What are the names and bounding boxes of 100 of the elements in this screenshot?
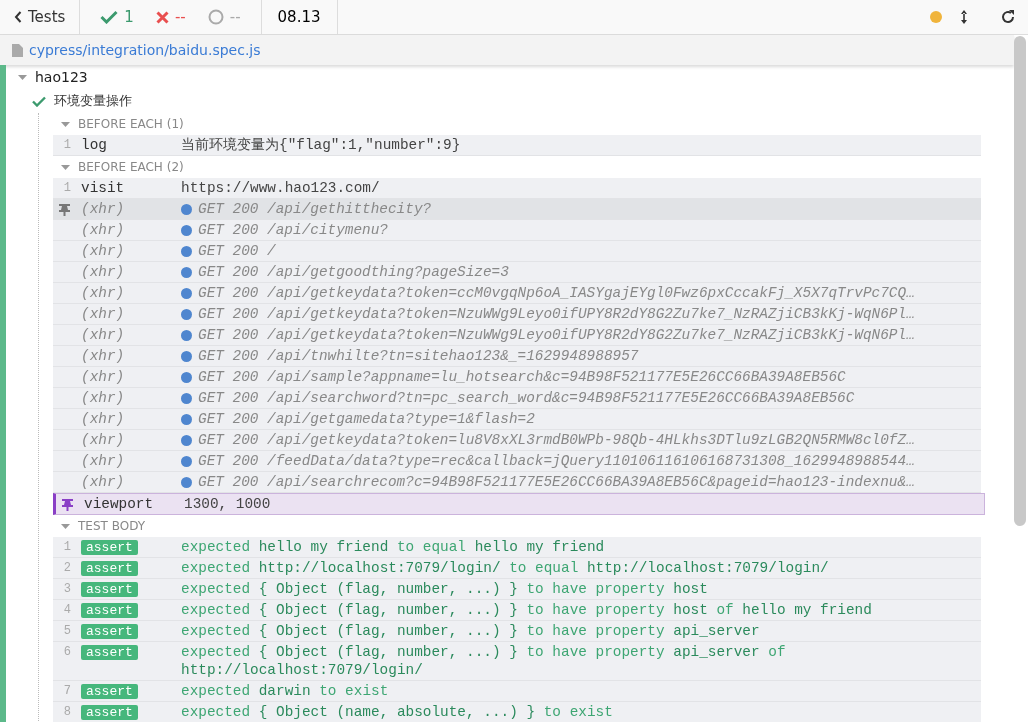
command-message: expected { Object (name, absolute, ...) } to exist: [181, 703, 614, 722]
command-message: GET 200 /api/citymenu?: [198, 221, 388, 240]
command-message: GET 200 /feedData/data?type=rec&callback=jQuery110106116106168731308_1629948988544…: [198, 452, 915, 471]
command-row[interactable]: (xhr) GET 200 /api/gethitthecity?: [53, 199, 981, 220]
status-dot-icon: [181, 203, 192, 215]
caret-icon[interactable]: [61, 119, 70, 129]
failed-count: --: [174, 8, 186, 26]
command-row[interactable]: 1 assert expected hello my friend to equal hello my friend: [53, 537, 981, 558]
status-dot-icon: [181, 455, 192, 467]
command-row[interactable]: (xhr) GET 200 /api/getkeydata?token=lu8V8xXL3rmdB0WPb-98Qb-4HLkhs3DTlu9zLGB2QN5RMW8cl0fZ…: [53, 430, 981, 451]
chevron-left-icon: [14, 11, 22, 23]
command-row[interactable]: (xhr) GET 200 /api/citymenu?: [53, 220, 981, 241]
command-name: (xhr): [81, 305, 126, 324]
reload-icon[interactable]: [1000, 9, 1016, 25]
command-row[interactable]: viewport 1300, 1000: [53, 493, 985, 515]
command-row[interactable]: (xhr) GET 200 /api/searchword?tn=pc_search_word&c=94B98F521177E5E26CC66BA39A8EB56C: [53, 388, 981, 409]
command-name: (xhr): [81, 473, 126, 492]
command-message: GET 200 /api/getkeydata?token=ccM0vgqNp6oA_IASYgajEYgl0Fwz6pxCccakFj_X5X7qTrvPc7CQ…: [198, 284, 915, 303]
command-row[interactable]: 4 assert expected { Object (flag, number, ...) } to have property host of hello my friend: [53, 600, 981, 621]
command-message: expected hello my friend to equal hello my friend: [181, 538, 606, 557]
scrollbar[interactable]: [1014, 36, 1026, 526]
command-row[interactable]: (xhr) GET 200 /api/sample?appname=lu_hotsearch&c=94B98F521177E5E26CC66BA39A8EB56C: [53, 367, 981, 388]
command-message: GET 200 /api/sample?appname=lu_hotsearch&c=94B98F521177E5E26CC66BA39A8EB56C: [198, 368, 846, 387]
hook-title[interactable]: BEFORE EACH (1): [78, 117, 184, 131]
command-row[interactable]: (xhr) GET 200 /api/getgoodthing?pageSize=3: [53, 262, 981, 283]
status-dot-icon: [181, 287, 192, 299]
command-message: GET 200 /api/gethitthecity?: [198, 200, 432, 219]
command-message: GET 200 /api/getgamedata?type=1&flash=2: [198, 410, 535, 429]
command-message: expected { Object (flag, number, ...) } to have property host: [181, 580, 709, 599]
command-name: (xhr): [81, 368, 126, 387]
status-dot-icon: [181, 392, 192, 404]
command-message: GET 200 /api/getkeydata?token=NzuWWg9Leyo0ifUPY8R2dY8G2Zu7ke7_NzRAZjiCB3kKj-WqN6Pl…: [198, 305, 915, 324]
command-name: (xhr): [81, 263, 126, 282]
status-dot-icon: [181, 350, 192, 362]
command-message: GET 200 /: [198, 242, 276, 261]
check-icon: [100, 10, 119, 24]
line-number: 7: [63, 683, 71, 700]
command-name: log: [81, 136, 108, 155]
command-message: https://www.hao123.com/: [181, 179, 381, 198]
command-message: GET 200 /api/tnwhilte?tn=sitehao123&_=1629948988957: [198, 347, 639, 366]
file-icon: [12, 43, 23, 57]
hook-title[interactable]: TEST BODY: [78, 519, 146, 533]
command-message: GET 200 /api/searchrecom?c=94B98F521177E5E26CC66BA39A8EB56C&pageid=hao123-indexnu&…: [198, 473, 915, 492]
line-number: 3: [63, 581, 71, 598]
pending-count: --: [229, 8, 241, 26]
caret-icon[interactable]: [18, 72, 27, 82]
command-row[interactable]: (xhr) GET 200 /api/getkeydata?token=ccM0vgqNp6oA_IASYgajEYgl0Fwz6pxCccakFj_X5X7qTrvPc7CQ…: [53, 283, 981, 304]
pin-icon: [58, 202, 71, 216]
line-number: 8: [63, 704, 71, 721]
command-name: assert: [81, 603, 138, 618]
command-row[interactable]: 3 assert expected { Object (flag, number, ...) } to have property host: [53, 579, 981, 600]
test-title[interactable]: 环境变量操作: [54, 92, 132, 110]
command-name: assert: [81, 624, 138, 639]
status-dot-icon: [181, 308, 192, 320]
line-number: 1: [63, 137, 71, 154]
command-name: (xhr): [81, 284, 126, 303]
command-row[interactable]: 5 assert expected { Object (flag, number, ...) } to have property api_server: [53, 621, 981, 642]
command-row[interactable]: 1 log 当前环境变量为{"flag":1,"number":9}: [53, 135, 981, 156]
command-name: assert: [81, 582, 138, 597]
command-message: GET 200 /api/getkeydata?token=lu8V8xXL3rmdB0WPb-98Qb-4HLkhs3DTlu9zLGB2QN5RMW8cl0fZ…: [198, 431, 915, 450]
command-row[interactable]: (xhr) GET 200 /api/searchrecom?c=94B98F521177E5E26CC66BA39A8EB56C&pageid=hao123-indexnu&…: [53, 472, 981, 493]
command-row[interactable]: (xhr) GET 200 /feedData/data?type=rec&callback=jQuery110106116106168731308_1629948988544…: [53, 451, 981, 472]
caret-icon[interactable]: [61, 162, 70, 172]
command-name: assert: [81, 561, 138, 576]
command-name: (xhr): [81, 410, 126, 429]
command-message: 当前环境变量为{"flag":1,"number":9}: [181, 136, 462, 155]
status-dot-icon: [181, 434, 192, 446]
command-name: (xhr): [81, 452, 126, 471]
command-name: (xhr): [81, 200, 126, 219]
command-row[interactable]: (xhr) GET 200 /api/tnwhilte?tn=sitehao123&_=1629948988957: [53, 346, 981, 367]
command-row[interactable]: (xhr) GET 200 /api/getgamedata?type=1&flash=2: [53, 409, 981, 430]
line-number: 6: [63, 644, 71, 661]
command-row[interactable]: 2 assert expected http://localhost:7079/login/ to equal http://localhost:7079/login/: [53, 558, 981, 579]
command-row[interactable]: 1 visit https://www.hao123.com/: [53, 178, 981, 199]
caret-icon[interactable]: [61, 521, 70, 531]
hook-title[interactable]: BEFORE EACH (2): [78, 160, 184, 174]
vertical-arrows-icon[interactable]: [960, 9, 968, 25]
command-row[interactable]: 7 assert expected darwin to exist: [53, 681, 981, 702]
spec-file-link[interactable]: cypress/integration/baidu.spec.js: [29, 42, 261, 58]
command-row[interactable]: (xhr) GET 200 /api/getkeydata?token=NzuWWg9Leyo0ifUPY8R2dY8G2Zu7ke7_NzRAZjiCB3kKj-WqN6Pl…: [53, 325, 981, 346]
command-name: assert: [81, 705, 138, 720]
command-message: GET 200 /api/getkeydata?token=NzuWWg9Leyo0ifUPY8R2dY8G2Zu7ke7_NzRAZjiCB3kKj-WqN6Pl…: [198, 326, 915, 345]
pin-icon: [61, 497, 74, 511]
command-name: (xhr): [81, 221, 126, 240]
line-number: 5: [63, 623, 71, 640]
command-row[interactable]: (xhr) GET 200 /: [53, 241, 981, 262]
status-dot-icon: [930, 11, 942, 23]
command-name: (xhr): [81, 326, 126, 345]
suite-title[interactable]: hao123: [35, 69, 88, 85]
command-message: GET 200 /api/searchword?tn=pc_search_word&c=94B98F521177E5E26CC66BA39A8EB56C: [198, 389, 855, 408]
command-message: expected darwin to exist: [181, 682, 390, 701]
status-dot-icon: [181, 371, 192, 383]
back-to-tests-button[interactable]: Tests: [0, 0, 81, 34]
command-name: (xhr): [81, 431, 126, 450]
status-dot-icon: [181, 476, 192, 488]
command-name: (xhr): [81, 242, 126, 261]
command-row[interactable]: (xhr) GET 200 /api/getkeydata?token=NzuWWg9Leyo0ifUPY8R2dY8G2Zu7ke7_NzRAZjiCB3kKj-WqN6Pl…: [53, 304, 981, 325]
command-name: assert: [81, 684, 138, 699]
command-row[interactable]: 8 assert expected { Object (name, absolute, ...) } to exist: [53, 702, 981, 722]
cross-icon: [155, 10, 169, 24]
